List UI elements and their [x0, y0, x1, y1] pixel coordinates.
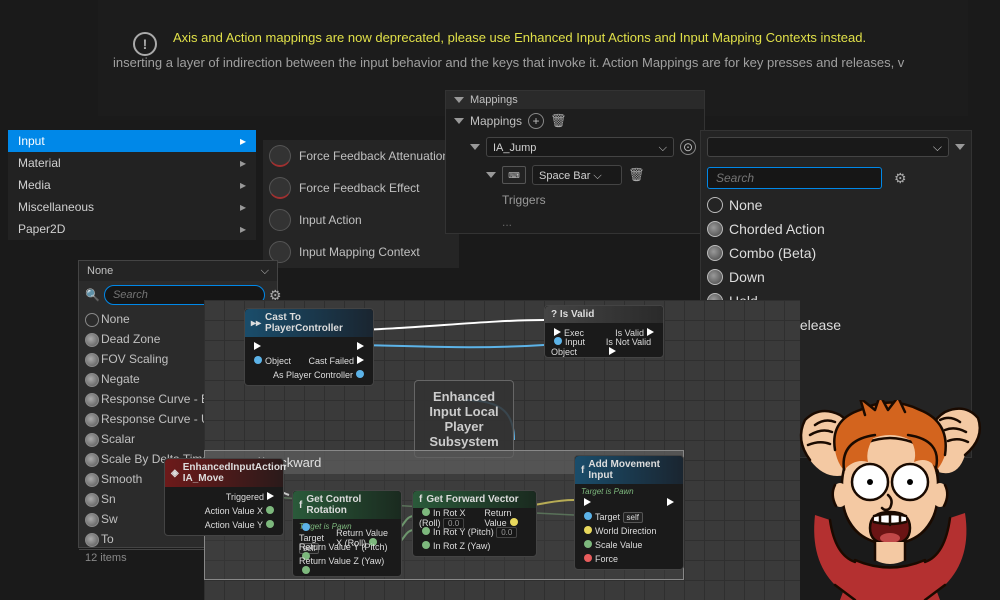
picker-header[interactable]: None⌵ [79, 261, 277, 281]
asset-input-action[interactable]: Input Action [263, 204, 459, 236]
node-add-movement-input[interactable]: f Add Movement Input Target is Pawn Targ… [574, 455, 684, 570]
menu-item-misc[interactable]: Miscellaneous▸ [8, 196, 256, 218]
add-key-button[interactable]: ⊙ [680, 139, 696, 155]
menu-item-input[interactable]: Input▸ [8, 130, 256, 152]
menu-item-material[interactable]: Material▸ [8, 152, 256, 174]
trigger-option[interactable]: Combo (Beta) [701, 241, 971, 265]
node-get-control-rotation[interactable]: f Get Control Rotation Target is Pawn Ta… [292, 490, 402, 577]
keyboard-icon[interactable]: ⌨ [502, 166, 526, 184]
trigger-search-input[interactable] [707, 167, 882, 189]
input-action-select[interactable]: IA_Jump⌵ [486, 137, 674, 157]
warning-icon: ! [133, 32, 157, 56]
warning-text: Axis and Action mappings are now depreca… [173, 30, 953, 45]
warning-subtext: inserting a layer of indirection between… [113, 55, 953, 70]
trigger-option[interactable]: None [701, 193, 971, 217]
gear-icon[interactable]: ⚙ [894, 170, 910, 186]
asset-force-feedback-atten[interactable]: Force Feedback Attenuation [263, 140, 459, 172]
asset-input-mapping-context[interactable]: Input Mapping Context [263, 236, 459, 268]
add-mapping-button[interactable]: + [528, 113, 544, 129]
trigger-option[interactable]: Down [701, 265, 971, 289]
mappings-panel: Mappings Mappings + 🗑 IA_Jump⌵ ⊙ ⌨ Space Bar… [445, 90, 705, 234]
mappings-header[interactable]: Mappings [446, 91, 704, 109]
subsystem-label: Enhanced Input Local Player Subsystem [414, 380, 514, 458]
delete-mapping-button[interactable]: 🗑 [550, 113, 567, 129]
panic-character-illustration [780, 400, 1000, 600]
asset-force-feedback-effect[interactable]: Force Feedback Effect [263, 172, 459, 204]
chevron-right-icon: ▸ [240, 130, 246, 152]
mappings-label: Mappings [470, 114, 522, 128]
search-icon: 🔍 [85, 288, 100, 302]
category-menu: Input▸ Material▸ Media▸ Miscellaneous▸ P… [8, 130, 256, 240]
key-select[interactable]: Space Bar ⌵ [532, 165, 622, 185]
mappings-add-row: Mappings + 🗑 [446, 109, 704, 133]
blueprint-graph[interactable]: ▸▸Cast To PlayerController ObjectCast Fa… [204, 300, 800, 600]
expand-icon [454, 97, 464, 103]
node-is-valid[interactable]: ? Is Valid ExecIs Valid Input ObjectIs N… [544, 305, 664, 358]
node-cast-playercontroller[interactable]: ▸▸Cast To PlayerController ObjectCast Fa… [244, 308, 374, 386]
menu-item-media[interactable]: Media▸ [8, 174, 256, 196]
trigger-option[interactable]: Chorded Action [701, 217, 971, 241]
asset-icon [269, 145, 291, 167]
delete-key-button[interactable]: 🗑 [628, 167, 645, 183]
node-ia-move[interactable]: ◈ EnhancedInputAction IA_Move Triggered … [164, 458, 284, 536]
chevron-down-icon[interactable] [955, 144, 965, 150]
triggers-section[interactable]: Triggers [446, 189, 704, 211]
asset-submenu: Force Feedback Attenuation Force Feedbac… [263, 140, 459, 268]
trigger-type-select[interactable]: ⌵ [707, 137, 949, 157]
menu-item-paper2d[interactable]: Paper2D▸ [8, 218, 256, 240]
node-get-forward-vector[interactable]: f Get Forward Vector In Rot X (Roll) 0.0… [412, 490, 537, 557]
